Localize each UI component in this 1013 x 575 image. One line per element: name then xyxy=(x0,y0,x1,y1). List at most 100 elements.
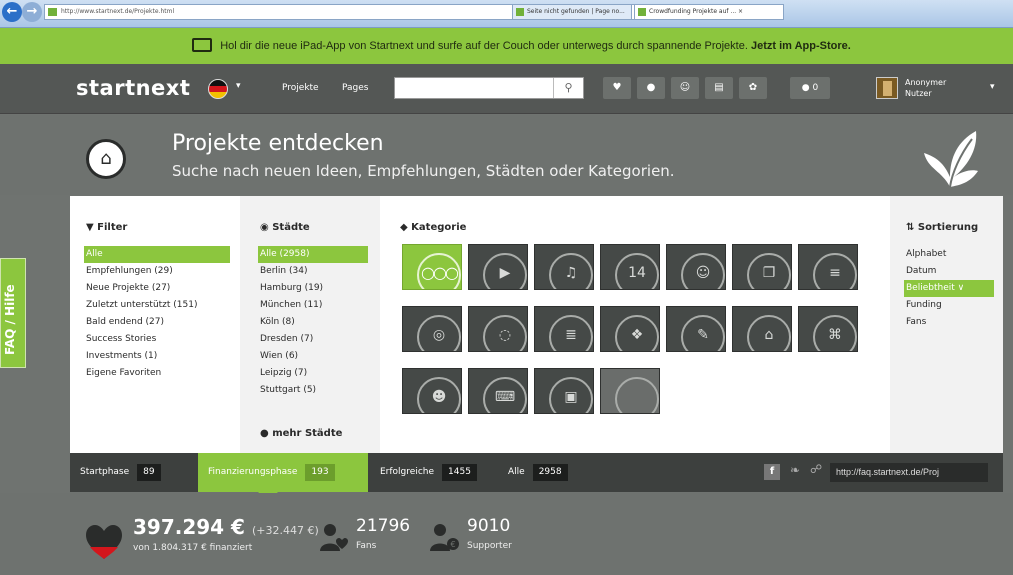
city-item-stuttgart[interactable]: Stuttgart (5) xyxy=(258,382,368,399)
filter-item-alle[interactable]: Alle xyxy=(84,246,230,263)
city-item-dresden[interactable]: Dresden (7) xyxy=(258,331,368,348)
faq-help-tab[interactable]: FAQ / Hilfe xyxy=(0,258,26,368)
phase-label: Alle xyxy=(508,467,525,477)
page-subtitle: Suche nach neuen Ideen, Empfehlungen, St… xyxy=(172,162,675,180)
fans-count: 21796 xyxy=(356,516,411,536)
app-store-link[interactable]: Jetzt im App-Store. xyxy=(751,40,851,52)
link-icon[interactable]: ☍ xyxy=(810,462,822,476)
category-community-tile[interactable]: ❖ xyxy=(600,306,660,352)
hero-section: ⌂ Projekte entdecken Suche nach neuen Id… xyxy=(0,115,1013,195)
category-fashion-tile[interactable]: ⌂ xyxy=(732,306,792,352)
search-icon[interactable]: ⚲ xyxy=(553,78,583,98)
messages-button[interactable]: ● 0 xyxy=(790,77,830,99)
category-social-tile[interactable]: ☻ xyxy=(402,368,462,414)
user-line1: Anonymer xyxy=(905,78,947,87)
city-item-hamburg[interactable]: Hamburg (19) xyxy=(258,280,368,297)
city-item-leipzig[interactable]: Leipzig (7) xyxy=(258,365,368,382)
city-item-koeln[interactable]: Köln (8) xyxy=(258,314,368,331)
blank-icon xyxy=(615,377,659,413)
mask-icon: ☺ xyxy=(681,253,725,289)
sortierung-column: ⇅ Sortierung Alphabet Datum Beliebtheit … xyxy=(890,196,1003,453)
sort-item-beliebtheit[interactable]: Beliebtheit ∨ xyxy=(904,280,994,297)
document-icon[interactable]: ▤ xyxy=(705,77,733,99)
filter-item-neue-projekte[interactable]: Neue Projekte (27) xyxy=(84,280,230,297)
category-event-tile[interactable]: 14 xyxy=(600,244,660,290)
heart-icon[interactable]: ♥ xyxy=(603,77,631,99)
filter-item-eigene-favoriten[interactable]: Eigene Favoriten xyxy=(84,365,230,382)
browser-toolbar: ← → http://www.startnext.de/Projekte.htm… xyxy=(0,0,1013,28)
filter-item-empfehlungen[interactable]: Empfehlungen (29) xyxy=(84,263,230,280)
keyboard-icon: ⌨ xyxy=(483,377,527,413)
phase-label: Erfolgreiche xyxy=(380,467,435,477)
city-item-berlin[interactable]: Berlin (34) xyxy=(258,263,368,280)
category-journalism-tile[interactable]: ≣ xyxy=(534,306,594,352)
kategorie-heading: ◆ Kategorie xyxy=(400,222,467,233)
sort-item-alphabet[interactable]: Alphabet xyxy=(904,246,994,263)
twitter-icon[interactable]: ❧ xyxy=(790,463,800,477)
book-icon: ❐ xyxy=(747,253,791,289)
category-invention-tile[interactable]: ◌ xyxy=(468,306,528,352)
sort-item-funding[interactable]: Funding xyxy=(904,297,994,314)
share-url-field[interactable]: http://faq.startnext.de/Proj xyxy=(830,463,988,482)
calendar-icon: 14 xyxy=(615,253,659,289)
category-other-tile[interactable] xyxy=(600,368,660,414)
address-url: http://www.startnext.de/Projekte.html xyxy=(61,8,175,15)
category-audio-tile[interactable]: ▣ xyxy=(534,368,594,414)
category-piano-tile[interactable]: ≡ xyxy=(798,244,858,290)
filter-item-bald-endend[interactable]: Bald endend (27) xyxy=(84,314,230,331)
category-technology-tile[interactable]: ⌨ xyxy=(468,368,528,414)
favicon-icon xyxy=(48,8,57,16)
city-item-muenchen[interactable]: München (11) xyxy=(258,297,368,314)
sort-item-datum[interactable]: Datum xyxy=(904,263,994,280)
people-icon[interactable]: ☺ xyxy=(671,77,699,99)
user-menu[interactable]: Anonymer Nutzer xyxy=(905,77,946,99)
faq-label: FAQ / Hilfe xyxy=(3,284,17,355)
search-input[interactable]: ⚲ xyxy=(394,77,584,99)
category-literature-tile[interactable]: ❐ xyxy=(732,244,792,290)
facebook-icon[interactable]: f xyxy=(764,464,780,480)
home-icon[interactable]: ⌂ xyxy=(86,139,126,179)
category-theater-tile[interactable]: ☺ xyxy=(666,244,726,290)
avatar[interactable] xyxy=(876,77,898,99)
tab-erfolgreiche[interactable]: Erfolgreiche 1455 xyxy=(370,453,496,492)
filter-item-investments[interactable]: Investments (1) xyxy=(84,348,230,365)
user-line2: Nutzer xyxy=(905,89,932,98)
phase-count: 89 xyxy=(137,464,161,481)
mehr-staedte-link[interactable]: ● mehr Städte xyxy=(260,428,342,439)
filter-item-zuletzt-unterstuetzt[interactable]: Zuletzt unterstützt (151) xyxy=(84,297,230,314)
nav-pages[interactable]: Pages xyxy=(342,83,368,93)
filter-item-success-stories[interactable]: Success Stories xyxy=(84,331,230,348)
heart-icon xyxy=(86,525,122,559)
forward-arrow-icon[interactable]: → xyxy=(22,2,42,22)
language-caret-icon[interactable]: ▾ xyxy=(236,81,241,91)
tab-label: Crowdfunding Projekte auf ... × xyxy=(649,8,744,15)
city-item-alle[interactable]: Alle (2958) xyxy=(258,246,368,263)
category-photo-tile[interactable]: ◎ xyxy=(402,306,462,352)
german-flag-icon[interactable] xyxy=(208,79,228,99)
music-icon: ♫ xyxy=(549,253,593,289)
user-caret-icon[interactable]: ▾ xyxy=(990,82,995,92)
category-music-tile[interactable]: ♫ xyxy=(534,244,594,290)
back-arrow-icon[interactable]: ← xyxy=(2,2,22,22)
tab-finanzierungsphase[interactable]: Finanzierungsphase 193 xyxy=(198,453,368,492)
drop-icon[interactable]: ● xyxy=(637,77,665,99)
leaf-icon[interactable]: ✿ xyxy=(739,77,767,99)
browser-tab-not-found[interactable]: Seite nicht gefunden | Page no... xyxy=(512,4,632,20)
startnext-logo[interactable]: startnext xyxy=(76,76,190,100)
category-games-tile[interactable]: ⌘ xyxy=(798,306,858,352)
tab-startphase[interactable]: Startphase 89 xyxy=(70,453,196,492)
category-film-tile[interactable]: ▶ xyxy=(468,244,528,290)
city-item-wien[interactable]: Wien (6) xyxy=(258,348,368,365)
phase-label: Finanzierungsphase xyxy=(208,467,298,477)
browser-tab-crowdfunding[interactable]: Crowdfunding Projekte auf ... × xyxy=(634,4,784,20)
hat-icon: ⌂ xyxy=(747,315,791,351)
supporter-icon: € xyxy=(430,524,459,551)
phase-count: 2958 xyxy=(532,464,568,481)
fans-icon xyxy=(320,524,348,551)
category-alle-tile[interactable]: ○○○ xyxy=(402,244,462,290)
tab-alle[interactable]: Alle 2958 xyxy=(498,453,598,492)
category-design-tile[interactable]: ✎ xyxy=(666,306,726,352)
lightbulb-icon: ◌ xyxy=(483,315,527,351)
nav-projekte[interactable]: Projekte xyxy=(282,83,319,93)
sort-item-fans[interactable]: Fans xyxy=(904,314,994,331)
